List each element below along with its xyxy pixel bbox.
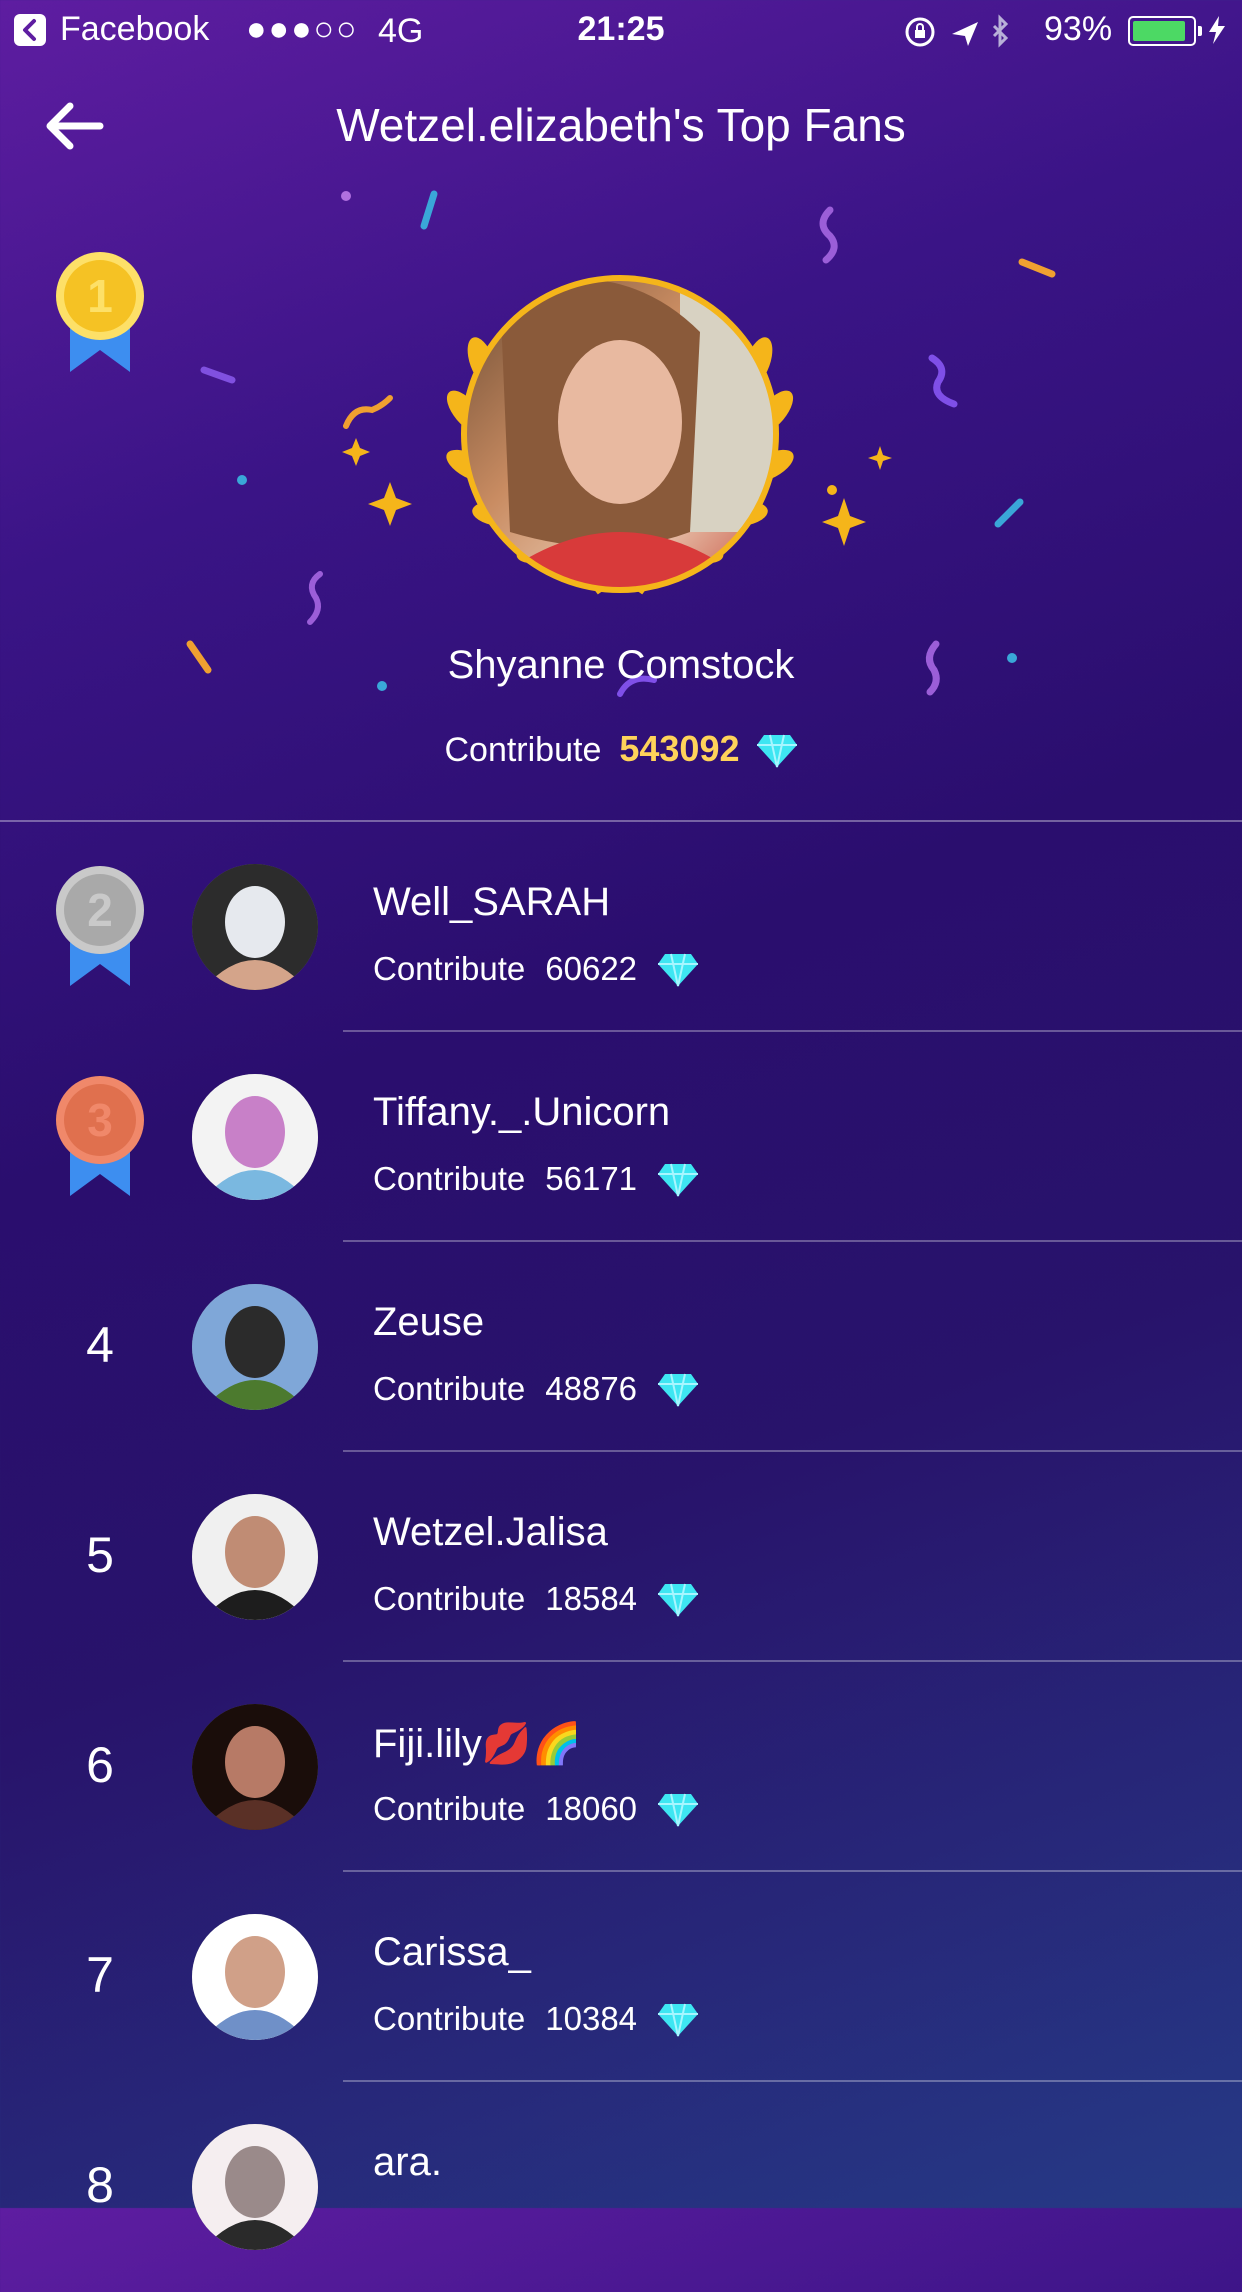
top-fan-contribution: Contribute 543092	[0, 728, 1242, 770]
fan-list: 2 Well_SARAH Contribute 60622 3 Tiffany._.Uni…	[0, 822, 1242, 2292]
fan-row[interactable]: 6 Fiji.lily💋🌈 Contribute 18060	[0, 1662, 1242, 1872]
fan-contribution: Contribute 18060	[373, 1790, 699, 1828]
battery-icon	[1128, 16, 1202, 46]
fan-avatar[interactable]	[192, 1284, 318, 1410]
status-bar: Facebook ●●●○○ 4G 21:25 93%	[0, 0, 1242, 60]
contribute-label: Contribute	[373, 1370, 526, 1407]
fan-contribution: Contribute 48876	[373, 1370, 699, 1408]
fan-contribution: Contribute 56171	[373, 1160, 699, 1198]
laurel-wreath-icon	[446, 275, 794, 595]
diamond-icon	[756, 734, 797, 768]
rank-number: 7	[86, 1947, 114, 2003]
avatar-photo	[192, 2124, 318, 2250]
contribute-label: Contribute	[444, 731, 602, 769]
silver-medal-icon: 2	[56, 866, 144, 986]
fan-avatar[interactable]	[192, 1914, 318, 2040]
fan-name[interactable]: Well_SARAH	[373, 880, 610, 925]
fan-contribution: Contribute 60622	[373, 950, 699, 988]
bronze-medal-icon: 3	[56, 1076, 144, 1196]
contribute-value: 60622	[545, 950, 638, 987]
avatar-photo	[192, 1284, 318, 1410]
fan-avatar[interactable]	[192, 864, 318, 990]
avatar-photo	[192, 1914, 318, 2040]
fan-row[interactable]: 4 Zeuse Contribute 48876	[0, 1242, 1242, 1452]
battery-percent: 93%	[1044, 10, 1113, 48]
gold-medal-icon: 1	[56, 252, 144, 372]
fan-avatar[interactable]	[192, 1494, 318, 1620]
rank-number: 4	[86, 1317, 114, 1373]
contribute-label: Contribute	[373, 1160, 526, 1197]
fan-name[interactable]: Zeuse	[373, 1300, 484, 1345]
diamond-icon	[658, 1793, 699, 1827]
rank-number: 5	[86, 1527, 114, 1583]
avatar-photo	[192, 864, 318, 990]
charging-bolt-icon	[1209, 16, 1225, 44]
rotation-lock-icon	[905, 17, 935, 47]
fan-row[interactable]: 3 Tiffany._.Unicorn Contribute 56171	[0, 1032, 1242, 1242]
contribute-value: 48876	[545, 1370, 638, 1407]
contribute-value: 543092	[619, 728, 740, 769]
fan-name[interactable]: Wetzel.Jalisa	[373, 1510, 608, 1555]
diamond-icon	[658, 2003, 699, 2037]
contribute-value: 18584	[545, 1580, 638, 1617]
fan-name[interactable]: ara.	[373, 2140, 442, 2185]
diamond-icon	[658, 1583, 699, 1617]
location-arrow-icon	[952, 22, 978, 46]
fan-avatar[interactable]	[192, 1704, 318, 1830]
contribute-value: 10384	[545, 2000, 638, 2037]
contribute-value: 18060	[545, 1790, 638, 1827]
medal-rank: 3	[87, 1094, 113, 1146]
fan-avatar[interactable]	[192, 1074, 318, 1200]
avatar-photo	[192, 1704, 318, 1830]
bluetooth-icon	[992, 14, 1009, 48]
rank-number: 8	[86, 2157, 114, 2213]
rank-number: 6	[86, 1737, 114, 1793]
contribute-value: 56171	[545, 1160, 638, 1197]
fan-contribution: Contribute 10384	[373, 2000, 699, 2038]
avatar-photo	[192, 1494, 318, 1620]
fan-contribution: Contribute 18584	[373, 1580, 699, 1618]
diamond-icon	[658, 953, 699, 987]
contribute-label: Contribute	[373, 950, 526, 987]
fan-row[interactable]: 7 Carissa_ Contribute 10384	[0, 1872, 1242, 2082]
fan-name[interactable]: Fiji.lily💋🌈	[373, 1720, 581, 1767]
fan-row[interactable]: 8 ara.	[0, 2082, 1242, 2292]
status-icons	[905, 14, 1009, 48]
avatar-photo	[192, 1074, 318, 1200]
top-fan-name[interactable]: Shyanne Comstock	[0, 643, 1242, 688]
contribute-label: Contribute	[373, 1790, 526, 1827]
fan-row[interactable]: 2 Well_SARAH Contribute 60622	[0, 822, 1242, 1032]
contribute-label: Contribute	[373, 1580, 526, 1617]
page-title: Wetzel.elizabeth's Top Fans	[336, 99, 906, 151]
medal-rank: 2	[87, 884, 113, 936]
gold-medal-rank: 1	[87, 270, 113, 322]
fan-name[interactable]: Tiffany._.Unicorn	[373, 1090, 670, 1135]
top-fan-avatar-frame[interactable]	[420, 262, 820, 612]
fan-name[interactable]: Carissa_	[373, 1930, 531, 1975]
fan-row[interactable]: 5 Wetzel.Jalisa Contribute 18584	[0, 1452, 1242, 1662]
fan-avatar[interactable]	[192, 2124, 318, 2250]
diamond-icon	[658, 1373, 699, 1407]
diamond-icon	[658, 1163, 699, 1197]
contribute-label: Contribute	[373, 2000, 526, 2037]
